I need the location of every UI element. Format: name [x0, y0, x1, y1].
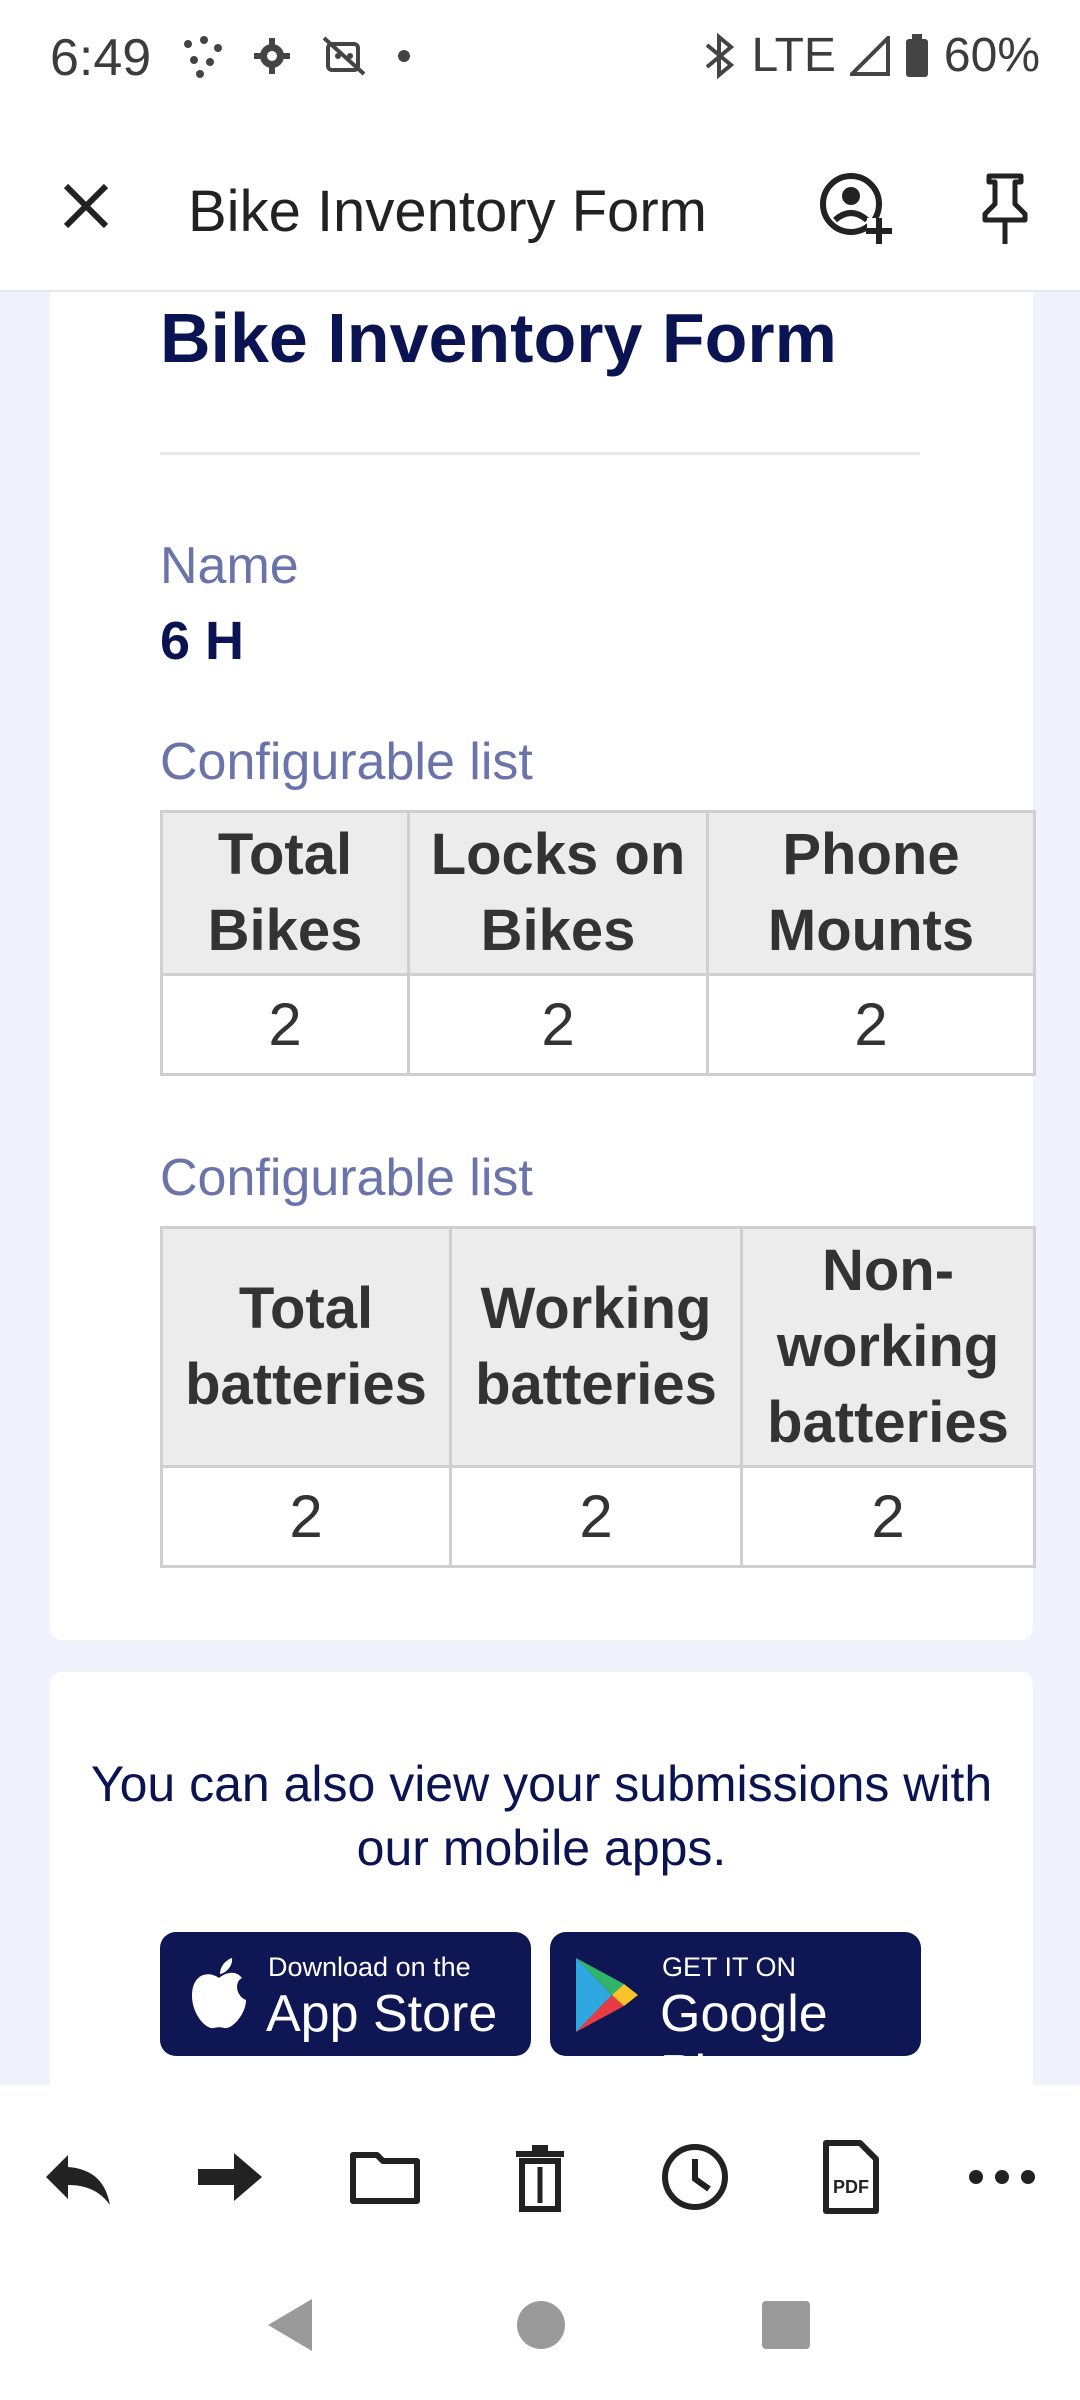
clock-icon[interactable] [655, 2137, 735, 2217]
status-bar: 6:49 LTE 60% [0, 0, 1080, 120]
forward-icon[interactable] [190, 2137, 270, 2217]
app-store-big-text: App Store [266, 1985, 498, 2043]
folder-icon[interactable] [345, 2137, 425, 2217]
table-cell: 2 [449, 1465, 743, 1568]
list2-label: Configurable list [160, 1149, 533, 1207]
list1-label: Configurable list [160, 733, 533, 791]
network-type: LTE [751, 29, 836, 82]
table-header-cell: Total batteries [160, 1226, 452, 1468]
page-content[interactable]: Bike Inventory Form Name 6 H Configurabl… [0, 292, 1080, 2085]
back-icon[interactable] [262, 2295, 318, 2355]
table-header-cell: Locks on Bikes [407, 810, 709, 976]
table-cell: 2 [706, 973, 1036, 1076]
bottom-toolbar: PDF [0, 2085, 1080, 2255]
name-label: Name [160, 537, 299, 595]
table-row: 2 2 2 [160, 973, 1036, 1076]
table-header-cell: Phone Mounts [706, 810, 1036, 976]
app-bar: Bike Inventory Form [0, 120, 1080, 292]
app-bar-title: Bike Inventory Form [188, 179, 707, 244]
dots-icon [184, 36, 222, 78]
table-cell: 2 [740, 1465, 1036, 1568]
table-header-cell: Non-working batteries [740, 1226, 1036, 1468]
battery-percent: 60% [943, 29, 1040, 82]
google-play-big-text: Google Play [660, 1985, 828, 2085]
app-store-button[interactable]: Download on the App Store [160, 1932, 531, 2056]
divider [160, 452, 920, 455]
status-time: 6:49 [50, 29, 152, 87]
svg-text:PDF: PDF [833, 2177, 869, 2197]
table-cell: 2 [160, 973, 410, 1076]
mobile-apps-card: You can also view your submissions with … [50, 1672, 1033, 2085]
configurable-list-table-1: Total Bikes Locks on Bikes Phone Mounts … [160, 810, 1036, 1076]
table-cell: 2 [160, 1465, 452, 1568]
delete-icon[interactable] [500, 2137, 580, 2217]
mobile-apps-text: You can also view your submissions with … [90, 1756, 993, 1876]
pdf-icon[interactable]: PDF [810, 2137, 890, 2217]
google-play-icon [576, 1958, 638, 2032]
name-value: 6 H [160, 611, 245, 671]
home-icon[interactable] [515, 2295, 567, 2355]
google-play-button[interactable]: GET IT ON Google Play [550, 1932, 921, 2085]
table-header-cell: Total Bikes [160, 810, 410, 976]
table-row: 2 2 2 [160, 1465, 1036, 1568]
battery-icon [905, 33, 928, 77]
apple-icon [192, 1958, 246, 2029]
configurable-list-table-2: Total batteries Working batteries Non-wo… [160, 1226, 1036, 1568]
table-header-row: Total batteries Working batteries Non-wo… [160, 1226, 1036, 1468]
notification-icons [180, 34, 412, 78]
table-header-cell: Working batteries [449, 1226, 743, 1468]
reply-icon[interactable] [38, 2137, 118, 2217]
recents-icon[interactable] [760, 2295, 812, 2355]
table-cell: 2 [407, 973, 709, 1076]
pin-icon[interactable] [975, 170, 1035, 246]
form-heading: Bike Inventory Form [160, 299, 837, 377]
add-user-icon[interactable] [815, 168, 895, 248]
close-icon[interactable] [58, 178, 114, 234]
status-right: LTE 60% [703, 28, 1040, 83]
gear-icon [254, 38, 290, 74]
bluetooth-icon [706, 32, 735, 79]
robot-icon [322, 36, 366, 76]
more-options-icon[interactable] [962, 2137, 1042, 2217]
table-header-row: Total Bikes Locks on Bikes Phone Mounts [160, 810, 1036, 976]
submission-card: Bike Inventory Form Name 6 H Configurabl… [50, 292, 1036, 1640]
google-play-small-text: GET IT ON [662, 1952, 797, 1982]
dot-icon [398, 50, 410, 62]
system-nav-bar [0, 2255, 1080, 2400]
signal-icon [849, 35, 890, 76]
app-store-small-text: Download on the [268, 1952, 471, 1982]
